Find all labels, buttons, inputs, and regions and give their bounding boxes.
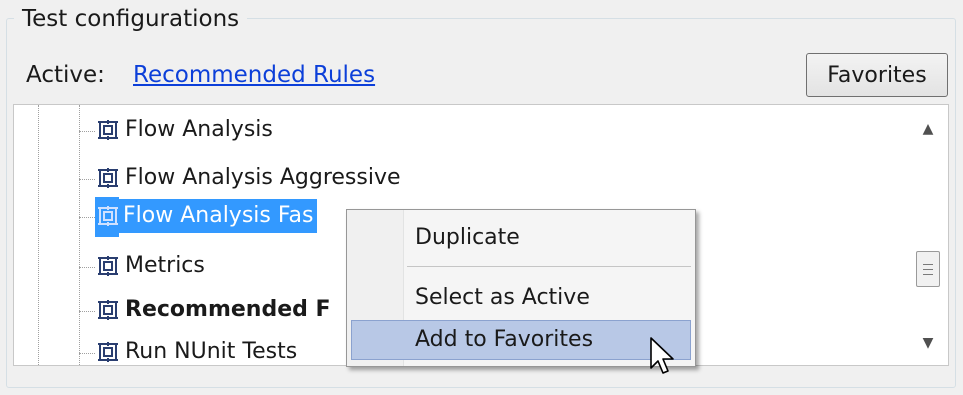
active-label: Active: <box>26 62 105 88</box>
scroll-up-arrow-icon[interactable]: ▲ <box>918 119 938 139</box>
test-configuration-icon <box>98 256 118 276</box>
menu-item-add-to-favorites[interactable]: Add to Favorites <box>351 320 691 360</box>
group-title: Test configurations <box>14 2 248 36</box>
tree-item-label: Run NUnit Tests <box>125 339 298 364</box>
test-configuration-icon <box>98 300 118 320</box>
tree-item-label: Flow Analysis <box>125 117 273 142</box>
menu-separator <box>407 266 691 267</box>
favorites-button[interactable]: Favorites <box>806 53 948 97</box>
mouse-pointer-icon <box>650 337 674 374</box>
menu-item-duplicate[interactable]: Duplicate <box>351 218 691 258</box>
test-configuration-icon <box>98 120 118 140</box>
context-menu: Duplicate Select as Active Add to Favori… <box>346 209 696 367</box>
menu-item-label: Add to Favorites <box>415 327 594 352</box>
menu-item-select-as-active[interactable]: Select as Active <box>351 278 691 318</box>
menu-item-label: Select as Active <box>415 285 590 310</box>
scroll-down-arrow-icon[interactable]: ▼ <box>918 333 938 353</box>
active-configuration-link[interactable]: Recommended Rules <box>133 58 375 92</box>
tree-item-flow-analysis-aggressive[interactable]: Flow Analysis Aggressive <box>79 159 908 199</box>
test-configuration-icon <box>98 168 118 188</box>
tree-item-label: Flow Analysis Aggressive <box>125 165 401 190</box>
test-configuration-icon <box>98 342 118 362</box>
test-configuration-icon <box>98 206 118 226</box>
tree-item-label: Metrics <box>125 253 205 278</box>
menu-item-label: Duplicate <box>415 225 520 250</box>
vertical-scrollbar[interactable]: ▲ ▼ <box>908 105 948 365</box>
tree-item-flow-analysis[interactable]: Flow Analysis <box>79 111 908 151</box>
tree-item-label: Flow Analysis Fas <box>119 199 318 233</box>
tree-guide-line <box>38 105 39 365</box>
scrollbar-thumb[interactable] <box>916 251 940 287</box>
tree-item-label: Recommended F <box>125 297 331 322</box>
